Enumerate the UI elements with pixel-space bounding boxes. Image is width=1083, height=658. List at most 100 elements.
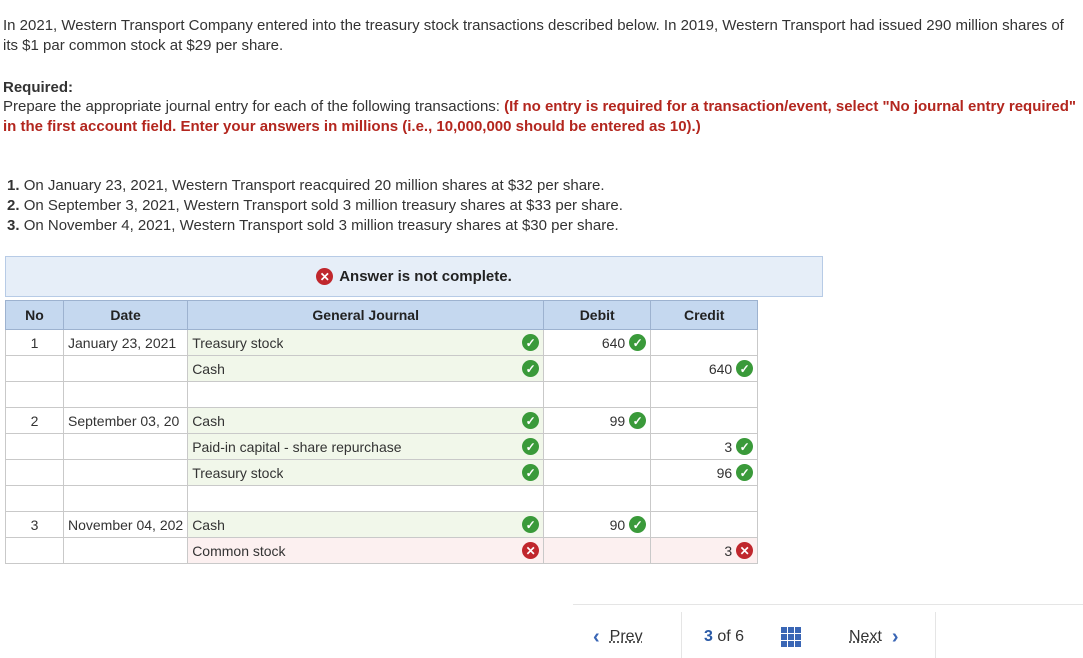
credit-cell[interactable] xyxy=(650,329,759,356)
col-header-general-journal: General Journal xyxy=(187,300,545,330)
journal-spacer-row xyxy=(5,381,759,408)
check-circle-icon: ✓ xyxy=(736,438,754,455)
credit-cell[interactable]: 3 ✕ xyxy=(650,537,759,564)
debit-cell[interactable]: 90 ✓ xyxy=(543,511,652,538)
debit-cell[interactable] xyxy=(543,485,652,512)
debit-cell[interactable]: 640 ✓ xyxy=(543,329,652,356)
debit-amount: 640 xyxy=(601,334,626,351)
account-cell[interactable]: Common stock ✕ xyxy=(187,537,545,564)
journal-body: 1 January 23, 2021 Treasury stock ✓ 640 ✓ Cash… xyxy=(5,329,759,564)
entry-number-cell xyxy=(5,459,64,486)
transaction-number: 2. xyxy=(7,197,20,214)
date-cell[interactable] xyxy=(62,485,189,512)
credit-amount: 3 xyxy=(724,542,733,559)
account-name: Cash xyxy=(192,412,225,429)
transaction-text: On January 23, 2021, Western Transport r… xyxy=(23,177,605,194)
account-cell[interactable]: Paid-in capital - share repurchase ✓ xyxy=(187,433,545,460)
check-circle-icon: ✓ xyxy=(629,334,647,351)
account-name: Treasury stock xyxy=(192,464,284,481)
entry-number-cell: 1 xyxy=(5,329,64,356)
transaction-item: 2. On September 3, 2021, Western Transpo… xyxy=(7,196,623,216)
col-header-credit: Credit xyxy=(650,300,759,330)
credit-cell[interactable] xyxy=(650,485,759,512)
journal-table: No Date General Journal Debit Credit 1 Ja… xyxy=(5,300,759,564)
credit-cell[interactable] xyxy=(650,511,759,538)
entry-number-cell xyxy=(5,485,64,512)
date-cell[interactable]: September 03, 20 xyxy=(62,407,189,434)
journal-spacer-row xyxy=(5,485,759,512)
transaction-item: 3. On November 4, 2021, Western Transpor… xyxy=(7,216,623,236)
page-of: of xyxy=(717,628,731,645)
problem-intro: In 2021, Western Transport Company enter… xyxy=(3,17,1064,54)
debit-cell[interactable] xyxy=(543,355,652,382)
journal-row: 3 November 04, 202 Cash ✓ 90 ✓ xyxy=(5,511,759,538)
account-cell[interactable] xyxy=(187,485,545,512)
journal-row: Cash ✓ 640 ✓ xyxy=(5,355,759,382)
credit-cell[interactable]: 640 ✓ xyxy=(650,355,759,382)
debit-cell[interactable] xyxy=(543,537,652,564)
account-name: Cash xyxy=(192,360,225,377)
transaction-text: On September 3, 2021, Western Transport … xyxy=(23,197,623,214)
entry-number: 1 xyxy=(30,334,39,351)
account-cell[interactable]: Treasury stock ✓ xyxy=(187,459,545,486)
account-cell[interactable]: Cash ✓ xyxy=(187,407,545,434)
account-name: Common stock xyxy=(192,542,286,559)
x-circle-icon: ✕ xyxy=(736,542,754,559)
answer-status-banner: ✕ Answer is not complete. xyxy=(5,256,823,297)
date-cell[interactable] xyxy=(62,537,189,564)
x-circle-icon: ✕ xyxy=(522,542,540,559)
check-circle-icon: ✓ xyxy=(736,360,754,377)
account-cell[interactable]: Cash ✓ xyxy=(187,511,545,538)
credit-amount: 3 xyxy=(724,438,733,455)
journal-row: 1 January 23, 2021 Treasury stock ✓ 640 ✓ xyxy=(5,329,759,356)
transaction-item: 1. On January 23, 2021, Western Transpor… xyxy=(7,176,623,196)
journal-row: Paid-in capital - share repurchase ✓ 3 ✓ xyxy=(5,433,759,460)
credit-cell[interactable]: 3 ✓ xyxy=(650,433,759,460)
check-circle-icon: ✓ xyxy=(629,516,647,533)
prev-button[interactable]: ‹ Prev xyxy=(593,617,643,657)
date-cell[interactable] xyxy=(62,459,189,486)
total-pages: 6 xyxy=(735,628,745,645)
debit-cell[interactable] xyxy=(543,459,652,486)
pager-divider xyxy=(681,612,682,658)
entry-date: November 04, 202 xyxy=(68,516,184,533)
transaction-list: 1. On January 23, 2021, Western Transpor… xyxy=(7,176,623,236)
credit-cell[interactable] xyxy=(650,407,759,434)
page-indicator: 3 of 6 xyxy=(704,628,744,646)
col-header-debit: Debit xyxy=(543,300,652,330)
prev-label: Prev xyxy=(609,628,643,645)
account-cell[interactable]: Cash ✓ xyxy=(187,355,545,382)
date-cell[interactable] xyxy=(62,433,189,460)
check-circle-icon: ✓ xyxy=(736,464,754,481)
check-circle-icon: ✓ xyxy=(629,412,647,429)
credit-amount: 96 xyxy=(716,464,733,481)
credit-cell[interactable]: 96 ✓ xyxy=(650,459,759,486)
current-page: 3 xyxy=(704,628,713,645)
col-header-no: No xyxy=(5,300,64,330)
date-cell[interactable]: November 04, 202 xyxy=(62,511,189,538)
footer-divider xyxy=(573,604,1083,605)
check-circle-icon: ✓ xyxy=(522,438,540,455)
date-cell[interactable] xyxy=(62,355,189,382)
journal-row: 2 September 03, 20 Cash ✓ 99 ✓ xyxy=(5,407,759,434)
x-circle-icon: ✕ xyxy=(316,268,334,285)
entry-number-cell xyxy=(5,381,64,408)
debit-amount: 90 xyxy=(609,516,626,533)
account-cell[interactable]: Treasury stock ✓ xyxy=(187,329,545,356)
account-name: Cash xyxy=(192,516,225,533)
next-button[interactable]: Next › xyxy=(849,617,899,657)
check-circle-icon: ✓ xyxy=(522,516,540,533)
account-cell[interactable] xyxy=(187,381,545,408)
required-text: Prepare the appropriate journal entry fo… xyxy=(3,97,1078,137)
credit-amount: 640 xyxy=(708,360,733,377)
date-cell[interactable]: January 23, 2021 xyxy=(62,329,189,356)
grid-icon[interactable] xyxy=(781,627,801,647)
required-instructions: Prepare the appropriate journal entry fo… xyxy=(3,98,505,115)
entry-date: January 23, 2021 xyxy=(68,334,177,351)
debit-cell[interactable]: 99 ✓ xyxy=(543,407,652,434)
date-cell[interactable] xyxy=(62,381,189,408)
debit-cell[interactable] xyxy=(543,381,652,408)
entry-number-cell xyxy=(5,355,64,382)
debit-cell[interactable] xyxy=(543,433,652,460)
credit-cell[interactable] xyxy=(650,381,759,408)
